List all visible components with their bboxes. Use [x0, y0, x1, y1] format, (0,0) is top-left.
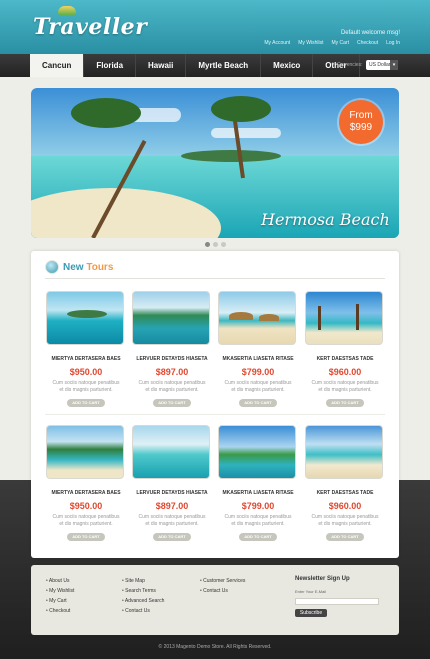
tour-card: KERT DAESTSAS TADE $960.00 Cum sociis na… — [305, 425, 385, 541]
link-checkout[interactable]: Checkout — [357, 40, 378, 46]
tour-card: MIERTYA DERTASERA BAES $950.00 Cum socii… — [46, 425, 126, 541]
newsletter-label: Enter Your E-Mail — [295, 589, 327, 594]
tour-name[interactable]: LERVUER DETAYDS HIASETA — [132, 490, 212, 496]
tour-name[interactable]: MIERTYA DERTASERA BAES — [46, 356, 126, 362]
tour-description: Cum sociis natoque penatibus et dis magn… — [52, 380, 120, 393]
title-part-a: New — [63, 262, 87, 273]
link-my-cart[interactable]: My Cart — [331, 40, 349, 46]
currency-select[interactable]: US Dollar ▾ — [366, 60, 398, 70]
link-log-in[interactable]: Log In — [386, 40, 400, 46]
badge-price: $999 — [349, 122, 373, 133]
footer-link[interactable]: Checkout — [46, 606, 74, 616]
tour-price: $897.00 — [155, 367, 189, 377]
newsletter-title: Newsletter Sign Up — [295, 576, 350, 582]
tour-description: Cum sociis natoque penatibus et dis magn… — [224, 380, 292, 393]
tour-description: Cum sociis natoque penatibus et dis magn… — [138, 380, 206, 393]
top-links: My Account My Wishlist My Cart Checkout … — [264, 40, 400, 46]
footer-link[interactable]: Site Map — [122, 576, 164, 586]
copyright: © 2013 Magento Demo Store. All Rights Re… — [158, 644, 272, 650]
badge-from: From — [349, 110, 373, 121]
welcome-message: Default welcome msg! — [340, 30, 400, 36]
tour-price: $950.00 — [69, 501, 103, 511]
footer-link[interactable]: My Wishlist — [46, 586, 74, 596]
tour-image[interactable] — [218, 291, 296, 345]
tour-image[interactable] — [305, 425, 383, 479]
tour-description: Cum sociis natoque penatibus et dis magn… — [52, 514, 120, 527]
tour-image[interactable] — [218, 425, 296, 479]
tour-card: MIERTYA DERTASERA BAES $950.00 Cum socii… — [46, 291, 126, 407]
add-to-cart-button[interactable]: ADD TO CART — [153, 399, 191, 407]
chevron-down-icon: ▾ — [390, 60, 398, 70]
footer-col-3: Customer Services Contact Us — [200, 576, 245, 596]
tour-price: $897.00 — [155, 501, 189, 511]
footer-col-1: About Us My Wishlist My Cart Checkout — [46, 576, 75, 616]
section-title: New Tours — [63, 262, 113, 273]
tour-name[interactable]: MKASERTIA LIASETA RITASE — [218, 356, 298, 362]
link-my-account[interactable]: My Account — [264, 40, 290, 46]
tour-name[interactable]: KERT DAESTSAS TADE — [305, 490, 385, 496]
tour-image[interactable] — [46, 291, 124, 345]
tour-card: MKASERTIA LIASETA RITASE $799.00 Cum soc… — [218, 291, 298, 407]
tour-image[interactable] — [132, 425, 210, 479]
add-to-cart-button[interactable]: ADD TO CART — [153, 533, 191, 541]
footer-link[interactable]: Contact Us — [122, 606, 164, 616]
title-part-b: Tours — [86, 262, 114, 273]
tour-name[interactable]: MKASERTIA LIASETA RITASE — [218, 490, 298, 496]
tour-name[interactable]: MIERTYA DERTASERA BAES — [46, 490, 126, 496]
main-nav: Cancun Florida Hawaii Myrtle Beach Mexic… — [0, 54, 430, 77]
tour-price: $799.00 — [241, 501, 275, 511]
tour-image[interactable] — [46, 425, 124, 479]
tour-image[interactable] — [132, 291, 210, 345]
add-to-cart-button[interactable]: ADD TO CART — [326, 399, 364, 407]
footer-link[interactable]: Advanced Search — [122, 596, 164, 606]
link-my-wishlist[interactable]: My Wishlist — [298, 40, 323, 46]
slider-dots — [205, 242, 226, 247]
footer-link[interactable]: Contact Us — [200, 586, 245, 596]
add-to-cart-button[interactable]: ADD TO CART — [239, 399, 277, 407]
footer-link[interactable]: Customer Services — [200, 576, 245, 586]
slider-dot[interactable] — [205, 242, 210, 247]
tour-price: $799.00 — [241, 367, 275, 377]
footer-link[interactable]: Search Terms — [122, 586, 164, 596]
price-badge: From $999 — [339, 100, 383, 144]
add-to-cart-button[interactable]: ADD TO CART — [67, 399, 105, 407]
tour-card: LERVUER DETAYDS HIASETA $897.00 Cum soci… — [132, 425, 212, 541]
tour-price: $950.00 — [69, 367, 103, 377]
subscribe-button[interactable]: Subscribe — [295, 609, 327, 617]
nav-item-hawaii[interactable]: Hawaii — [136, 54, 187, 77]
tour-description: Cum sociis natoque penatibus et dis magn… — [311, 380, 379, 393]
tour-name[interactable]: LERVUER DETAYDS HIASETA — [132, 356, 212, 362]
nav-item-florida[interactable]: Florida — [84, 54, 137, 77]
footer-col-2: Site Map Search Terms Advanced Search Co… — [122, 576, 164, 616]
add-to-cart-button[interactable]: ADD TO CART — [67, 533, 105, 541]
footer-link[interactable]: About Us — [46, 576, 74, 586]
tour-price: $960.00 — [328, 501, 362, 511]
tour-card: LERVUER DETAYDS HIASETA $897.00 Cum soci… — [132, 291, 212, 407]
add-to-cart-button[interactable]: ADD TO CART — [239, 533, 277, 541]
footer-link[interactable]: My Cart — [46, 596, 74, 606]
newsletter-email-field[interactable] — [295, 598, 379, 605]
nav-item-cancun[interactable]: Cancun — [30, 54, 85, 77]
nav-item-mexico[interactable]: Mexico — [261, 54, 314, 77]
tour-price: $960.00 — [328, 367, 362, 377]
globe-icon — [45, 260, 59, 274]
slider-dot[interactable] — [213, 242, 218, 247]
site-logo[interactable]: Traveller — [33, 14, 147, 40]
tour-card: MKASERTIA LIASETA RITASE $799.00 Cum soc… — [218, 425, 298, 541]
tour-description: Cum sociis natoque penatibus et dis magn… — [224, 514, 292, 527]
tour-description: Cum sociis natoque penatibus et dis magn… — [311, 514, 379, 527]
tour-description: Cum sociis natoque penatibus et dis magn… — [138, 514, 206, 527]
slider-dot[interactable] — [221, 242, 226, 247]
add-to-cart-button[interactable]: ADD TO CART — [326, 533, 364, 541]
tour-image[interactable] — [305, 291, 383, 345]
tour-name[interactable]: KERT DAESTSAS TADE — [305, 356, 385, 362]
currency-value: US Dollar — [369, 62, 391, 68]
currency-label: Currencies: — [337, 62, 363, 68]
nav-item-myrtle-beach[interactable]: Myrtle Beach — [186, 54, 262, 77]
hero-caption: Hermosa Beach — [261, 210, 390, 229]
tour-card: KERT DAESTSAS TADE $960.00 Cum sociis na… — [305, 291, 385, 407]
